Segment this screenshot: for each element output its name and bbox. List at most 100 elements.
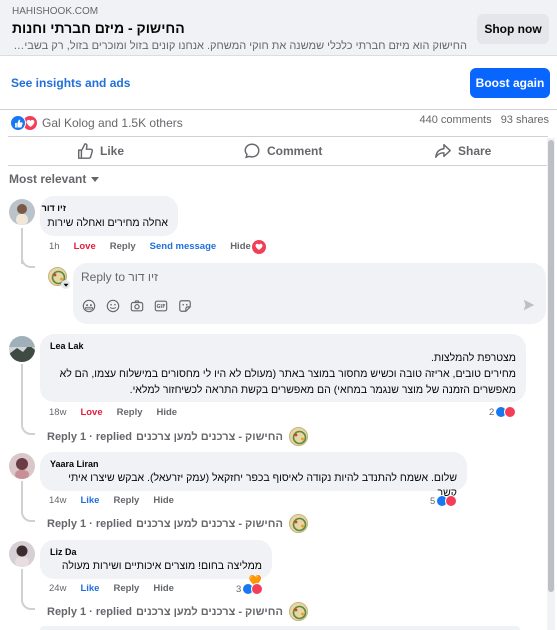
view-replies-link[interactable]: Reply 1 · replied החישוק - צרכנים למען צ… <box>47 427 308 446</box>
thread-line <box>21 364 23 426</box>
share-label: Share <box>458 144 492 158</box>
like-action-button[interactable]: Like <box>76 142 124 160</box>
comment-text-line: מחירים טובים, אריזה טובה וכשיש מחסור במו… <box>59 368 516 380</box>
comment-text-line: מצטרפת להמלצות. <box>431 352 516 364</box>
comment-time[interactable]: 14w <box>49 495 66 506</box>
comment-meta: 18w Love Reply Hide <box>49 407 191 418</box>
love-reaction-icon <box>445 495 458 507</box>
replied-page-name: החישוק - צרכנים למען צרכנים <box>135 517 283 530</box>
love-reaction-button[interactable]: Love <box>74 241 96 252</box>
comment-meta: 24w Like Reply Hide <box>49 583 188 594</box>
comment-meta: 14w Like Reply Hide <box>49 495 188 506</box>
thread-connector <box>21 258 35 268</box>
reaction-count: 3 <box>236 583 242 595</box>
love-reaction-icon <box>504 406 517 418</box>
scrollbar-thumb[interactable] <box>548 140 554 592</box>
thread-connector <box>21 512 35 522</box>
comment-bubble: Liz Da ממליצה בחום! מוצרים איכותיים ושיר… <box>40 540 272 587</box>
comment-bubble: Yaara Liran שלום. אשמח להתנדב להיות נקוד… <box>40 452 467 499</box>
hide-button[interactable]: Hide <box>153 495 174 506</box>
reply-button[interactable]: Reply <box>113 583 139 594</box>
reaction-count: 5 <box>430 495 436 507</box>
shares-count[interactable]: 93 shares <box>501 114 549 126</box>
comment-reactions[interactable]: 5 <box>430 495 458 507</box>
like-reaction-icon <box>10 115 26 131</box>
thread-connector <box>21 600 35 610</box>
comment-label: Comment <box>267 144 323 158</box>
comment-time[interactable]: 18w <box>49 407 66 418</box>
hide-button[interactable]: Hide <box>153 583 174 594</box>
comment-meta: 1h Love Reply Send message Hide <box>49 241 265 252</box>
gif-icon[interactable]: GIF <box>153 298 168 313</box>
replies-count-text: Reply 1 · replied <box>47 430 132 443</box>
avatar[interactable] <box>9 336 35 362</box>
post-actions: Like Comment Share <box>8 136 548 166</box>
next-comment-bubble <box>40 626 520 630</box>
link-description: החישוק הוא מיזם חברתי כלכלי שמשנה את חוק… <box>12 40 467 52</box>
link-title[interactable]: החישוק - מיזם חברתי וחנות <box>12 20 467 36</box>
share-action-button[interactable]: Share <box>434 142 491 160</box>
shop-now-button[interactable]: Shop now <box>477 14 549 44</box>
comment-reactions[interactable]: 3 <box>236 583 264 595</box>
thread-line <box>21 481 23 513</box>
replied-page-name: החישוק - צרכנים למען צרכנים <box>135 605 283 618</box>
avatar[interactable] <box>9 541 35 567</box>
comment-time[interactable]: 1h <box>49 241 60 252</box>
reply-button[interactable]: Reply <box>110 241 136 252</box>
love-reaction-button[interactable]: Love <box>80 407 102 418</box>
caret-down-icon <box>91 177 100 182</box>
camera-icon[interactable] <box>129 298 144 313</box>
comment-author[interactable]: Yaara Liran <box>50 459 99 469</box>
replies-count-text: Reply 1 · replied <box>47 605 132 618</box>
svg-text:GIF: GIF <box>156 304 165 310</box>
reply-composer[interactable]: Reply to זיו דור GIF <box>73 263 546 324</box>
hide-button[interactable]: Hide <box>157 407 178 418</box>
page-avatar <box>288 514 308 533</box>
reaction-count: 2 <box>489 406 495 418</box>
comment-author[interactable]: זיו דור <box>42 203 66 213</box>
insights-row: See insights and ads Boost again <box>0 56 557 110</box>
thread-connector <box>21 425 35 435</box>
comment-bubble: זיו דור אחלה מחירים ואחלה שירות <box>40 196 178 236</box>
composer-tools: GIF <box>81 298 192 313</box>
comment-bubble: Lea Lak מצטרפת להמלצות. מחירים טובים, אר… <box>40 334 526 402</box>
reaction-names[interactable]: Gal Kolog and 1.5K others <box>42 116 183 130</box>
comment-reactions[interactable]: 2 <box>489 406 517 418</box>
replied-page-name: החישוק - צרכנים למען צרכנים <box>135 430 283 443</box>
love-reaction-icon[interactable] <box>252 240 266 254</box>
switch-profile-icon[interactable] <box>61 280 70 289</box>
reactions-summary: Gal Kolog and 1.5K others 440 comments 9… <box>0 110 557 136</box>
send-icon[interactable] <box>522 298 536 315</box>
engagement-counts: 440 comments 93 shares <box>413 114 549 126</box>
reply-button[interactable]: Reply <box>117 407 143 418</box>
boost-again-button[interactable]: Boost again <box>470 68 550 98</box>
like-button[interactable]: Like <box>80 583 99 594</box>
page-avatar <box>288 427 308 446</box>
share-arrow-icon <box>435 143 451 159</box>
comment-sort-dropdown[interactable]: Most relevant <box>9 172 100 186</box>
avatar-sticker-icon[interactable] <box>81 298 96 313</box>
send-message-button[interactable]: Send message <box>150 241 217 252</box>
see-insights-link[interactable]: See insights and ads <box>11 76 130 90</box>
like-label: Like <box>100 144 125 158</box>
avatar[interactable] <box>9 453 35 479</box>
reply-button[interactable]: Reply <box>113 495 139 506</box>
sort-label: Most relevant <box>9 172 87 186</box>
reply-input[interactable]: Reply to זיו דור <box>81 270 158 284</box>
thread-line <box>21 569 23 601</box>
view-replies-link[interactable]: Reply 1 · replied החישוק - צרכנים למען צ… <box>47 602 308 621</box>
comment-author[interactable]: Lea Lak <box>50 341 84 351</box>
ad-link-preview[interactable]: HAHISHOOK.COM החישוק - מיזם חברתי וחנות … <box>0 0 557 56</box>
comment-action-button[interactable]: Comment <box>243 142 322 160</box>
emoji-icon[interactable] <box>105 298 120 313</box>
reaction-icons[interactable] <box>10 115 40 131</box>
comments-count[interactable]: 440 comments <box>419 114 491 126</box>
like-button[interactable]: Like <box>80 495 99 506</box>
view-replies-link[interactable]: Reply 1 · replied החישוק - צרכנים למען צ… <box>47 514 308 533</box>
sticker-icon[interactable] <box>177 298 192 313</box>
comment-author[interactable]: Liz Da <box>50 547 77 557</box>
hide-button[interactable]: Hide <box>230 241 251 252</box>
love-reaction-icon <box>251 583 264 595</box>
avatar[interactable] <box>9 199 35 225</box>
comment-time[interactable]: 24w <box>49 583 66 594</box>
